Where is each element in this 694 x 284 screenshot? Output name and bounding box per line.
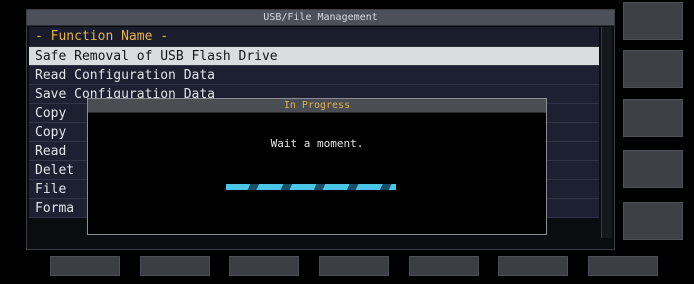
window-title: USB/File Management (27, 10, 614, 26)
list-item-read-config[interactable]: Read Configuration Data (29, 66, 599, 85)
in-progress-dialog: In Progress Wait a moment. (87, 98, 547, 235)
function-key-7[interactable] (588, 256, 658, 276)
function-key-3[interactable] (229, 256, 299, 276)
function-key-4[interactable] (319, 256, 389, 276)
side-key-2[interactable] (623, 50, 683, 88)
side-key-4[interactable] (623, 150, 683, 188)
function-key-6[interactable] (498, 256, 568, 276)
side-key-1[interactable] (623, 2, 683, 40)
list-item-safe-removal[interactable]: Safe Removal of USB Flash Drive (29, 47, 599, 66)
list-header: - Function Name - (29, 27, 599, 47)
side-key-3[interactable] (623, 99, 683, 137)
function-key-1[interactable] (50, 256, 120, 276)
function-key-5[interactable] (409, 256, 479, 276)
dialog-message: Wait a moment. (270, 137, 364, 150)
progress-bar (226, 184, 396, 190)
function-key-2[interactable] (140, 256, 210, 276)
dialog-title: In Progress (88, 99, 546, 113)
side-key-5[interactable] (623, 202, 683, 240)
list-scrollbar[interactable] (601, 27, 612, 238)
